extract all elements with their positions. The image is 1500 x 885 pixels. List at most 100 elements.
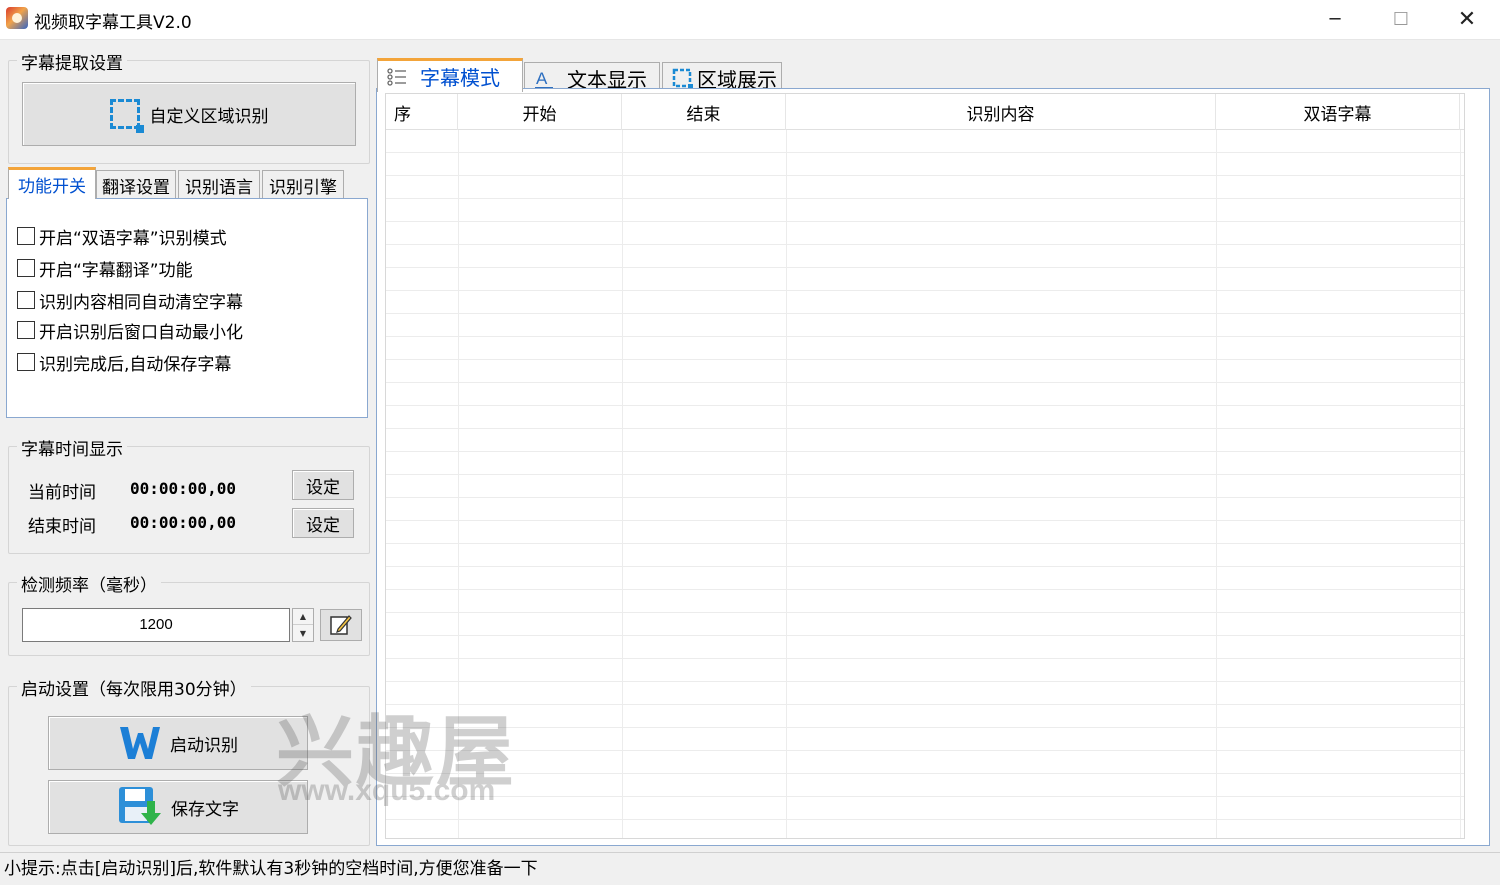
start-recognition-label: 启动识别: [170, 735, 238, 756]
table-row-divider: [386, 681, 1464, 682]
option-auto-save[interactable]: 识别完成后,自动保存字幕: [17, 350, 232, 375]
table-row-divider: [386, 175, 1464, 176]
save-icon: [119, 787, 161, 825]
spin-up-icon[interactable]: ▲: [293, 609, 313, 625]
custom-region-button[interactable]: 自定义区域识别: [22, 82, 356, 146]
tab-function-switch-label: 功能开关: [18, 177, 86, 197]
current-time-label: 当前时间: [28, 483, 96, 503]
save-text-button[interactable]: 保存文字: [48, 780, 308, 834]
startup-title: 启动设置（每次限用30分钟）: [17, 675, 251, 700]
table-row-divider: [386, 336, 1464, 337]
tab-recognition-language[interactable]: 识别语言: [178, 170, 260, 200]
table-row-divider: [386, 543, 1464, 544]
table-row-divider: [386, 290, 1464, 291]
subtitle-mode-panel: 序 开始 结束 识别内容 双语字幕: [376, 88, 1490, 846]
table-row-divider: [386, 359, 1464, 360]
table-row-divider: [386, 198, 1464, 199]
checkbox[interactable]: [17, 353, 35, 371]
column-divider: [1216, 130, 1217, 838]
extract-settings-title: 字幕提取设置: [17, 49, 127, 74]
custom-region-button-label: 自定义区域识别: [149, 106, 269, 127]
minimize-button[interactable]: ─: [1302, 0, 1368, 38]
tab-recognition-engine[interactable]: 识别引擎: [262, 170, 344, 200]
table-row-divider: [386, 221, 1464, 222]
table-row-divider: [386, 635, 1464, 636]
table-row-divider: [386, 612, 1464, 613]
tab-translate-settings-label: 翻译设置: [102, 178, 170, 198]
subtitle-table[interactable]: 序 开始 结束 识别内容 双语字幕: [385, 93, 1465, 839]
table-row-divider: [386, 658, 1464, 659]
list-icon: [387, 67, 406, 86]
column-header-index[interactable]: 序: [386, 94, 458, 130]
column-header-label: 序: [394, 104, 411, 125]
table-row-divider: [386, 704, 1464, 705]
column-header-end[interactable]: 结束: [622, 94, 786, 130]
tab-recognition-language-label: 识别语言: [185, 178, 253, 198]
column-divider: [622, 130, 623, 838]
option-label: 识别完成后,自动保存字幕: [39, 354, 232, 375]
table-row-divider: [386, 428, 1464, 429]
column-divider: [1460, 130, 1461, 838]
maximize-button[interactable]: ☐: [1368, 0, 1434, 38]
option-auto-minimize[interactable]: 开启识别后窗口自动最小化: [17, 318, 243, 343]
option-auto-clear[interactable]: 识别内容相同自动清空字幕: [17, 288, 243, 313]
checkbox[interactable]: [17, 227, 35, 245]
close-button[interactable]: ✕: [1434, 0, 1500, 38]
frequency-input[interactable]: 1200: [22, 608, 290, 642]
tab-subtitle-mode[interactable]: 字幕模式: [377, 58, 523, 92]
set-button-label: 设定: [306, 515, 340, 536]
current-time-value: 00:00:00,00: [130, 479, 236, 498]
table-row-divider: [386, 474, 1464, 475]
column-header-label: 结束: [686, 104, 721, 125]
option-label: 开启“双语字幕”识别模式: [39, 228, 227, 249]
column-header-start[interactable]: 开始: [458, 94, 622, 130]
table-row-divider: [386, 589, 1464, 590]
edit-frequency-button[interactable]: [320, 609, 362, 641]
end-time-value: 00:00:00,00: [130, 513, 236, 532]
time-display-title: 字幕时间显示: [17, 435, 127, 460]
tab-translate-settings[interactable]: 翻译设置: [96, 170, 176, 200]
column-divider: [786, 130, 787, 838]
table-header: 序 开始 结束 识别内容 双语字幕: [386, 94, 1464, 130]
end-time-label: 结束时间: [28, 517, 96, 537]
window-title: 视频取字幕工具V2.0: [34, 13, 192, 33]
column-header-label: 开始: [522, 104, 557, 125]
option-subtitle-translate[interactable]: 开启“字幕翻译”功能: [17, 256, 193, 281]
spin-down-icon[interactable]: ▼: [293, 625, 313, 641]
column-header-bilingual[interactable]: 双语字幕: [1216, 94, 1460, 130]
set-current-time-button[interactable]: 设定: [292, 470, 354, 500]
save-text-label: 保存文字: [171, 799, 239, 820]
table-row-divider: [386, 451, 1464, 452]
checkbox[interactable]: [17, 321, 35, 339]
checkbox[interactable]: [17, 259, 35, 277]
option-label: 识别内容相同自动清空字幕: [39, 292, 243, 313]
function-switch-panel: 开启“双语字幕”识别模式 开启“字幕翻译”功能 识别内容相同自动清空字幕 开启识…: [6, 198, 368, 418]
set-end-time-button[interactable]: 设定: [292, 508, 354, 538]
column-header-label: 识别内容: [966, 104, 1035, 125]
region-select-icon: [672, 68, 693, 89]
set-button-label: 设定: [306, 477, 340, 498]
option-label: 开启识别后窗口自动最小化: [39, 322, 243, 343]
column-header-content[interactable]: 识别内容: [786, 94, 1216, 130]
table-row-divider: [386, 497, 1464, 498]
table-row-divider: [386, 382, 1464, 383]
table-row-divider: [386, 152, 1464, 153]
checkbox[interactable]: [17, 291, 35, 309]
table-row-divider: [386, 773, 1464, 774]
table-row-divider: [386, 267, 1464, 268]
tab-recognition-engine-label: 识别引擎: [269, 178, 337, 198]
option-label: 开启“字幕翻译”功能: [39, 260, 193, 281]
table-row-divider: [386, 727, 1464, 728]
svg-text:A: A: [536, 69, 548, 88]
start-recognition-button[interactable]: 启动识别: [48, 716, 308, 770]
app-icon: [6, 7, 28, 29]
table-row-divider: [386, 520, 1464, 521]
tab-function-switch[interactable]: 功能开关: [8, 167, 96, 199]
title-bar: 视频取字幕工具V2.0 ─ ☐ ✕: [0, 0, 1500, 40]
column-header-label: 双语字幕: [1303, 104, 1372, 125]
table-row-divider: [386, 405, 1464, 406]
text-a-icon: A: [535, 69, 553, 89]
table-row-divider: [386, 750, 1464, 751]
option-bilingual-mode[interactable]: 开启“双语字幕”识别模式: [17, 224, 227, 249]
frequency-spinner[interactable]: ▲ ▼: [292, 608, 314, 642]
